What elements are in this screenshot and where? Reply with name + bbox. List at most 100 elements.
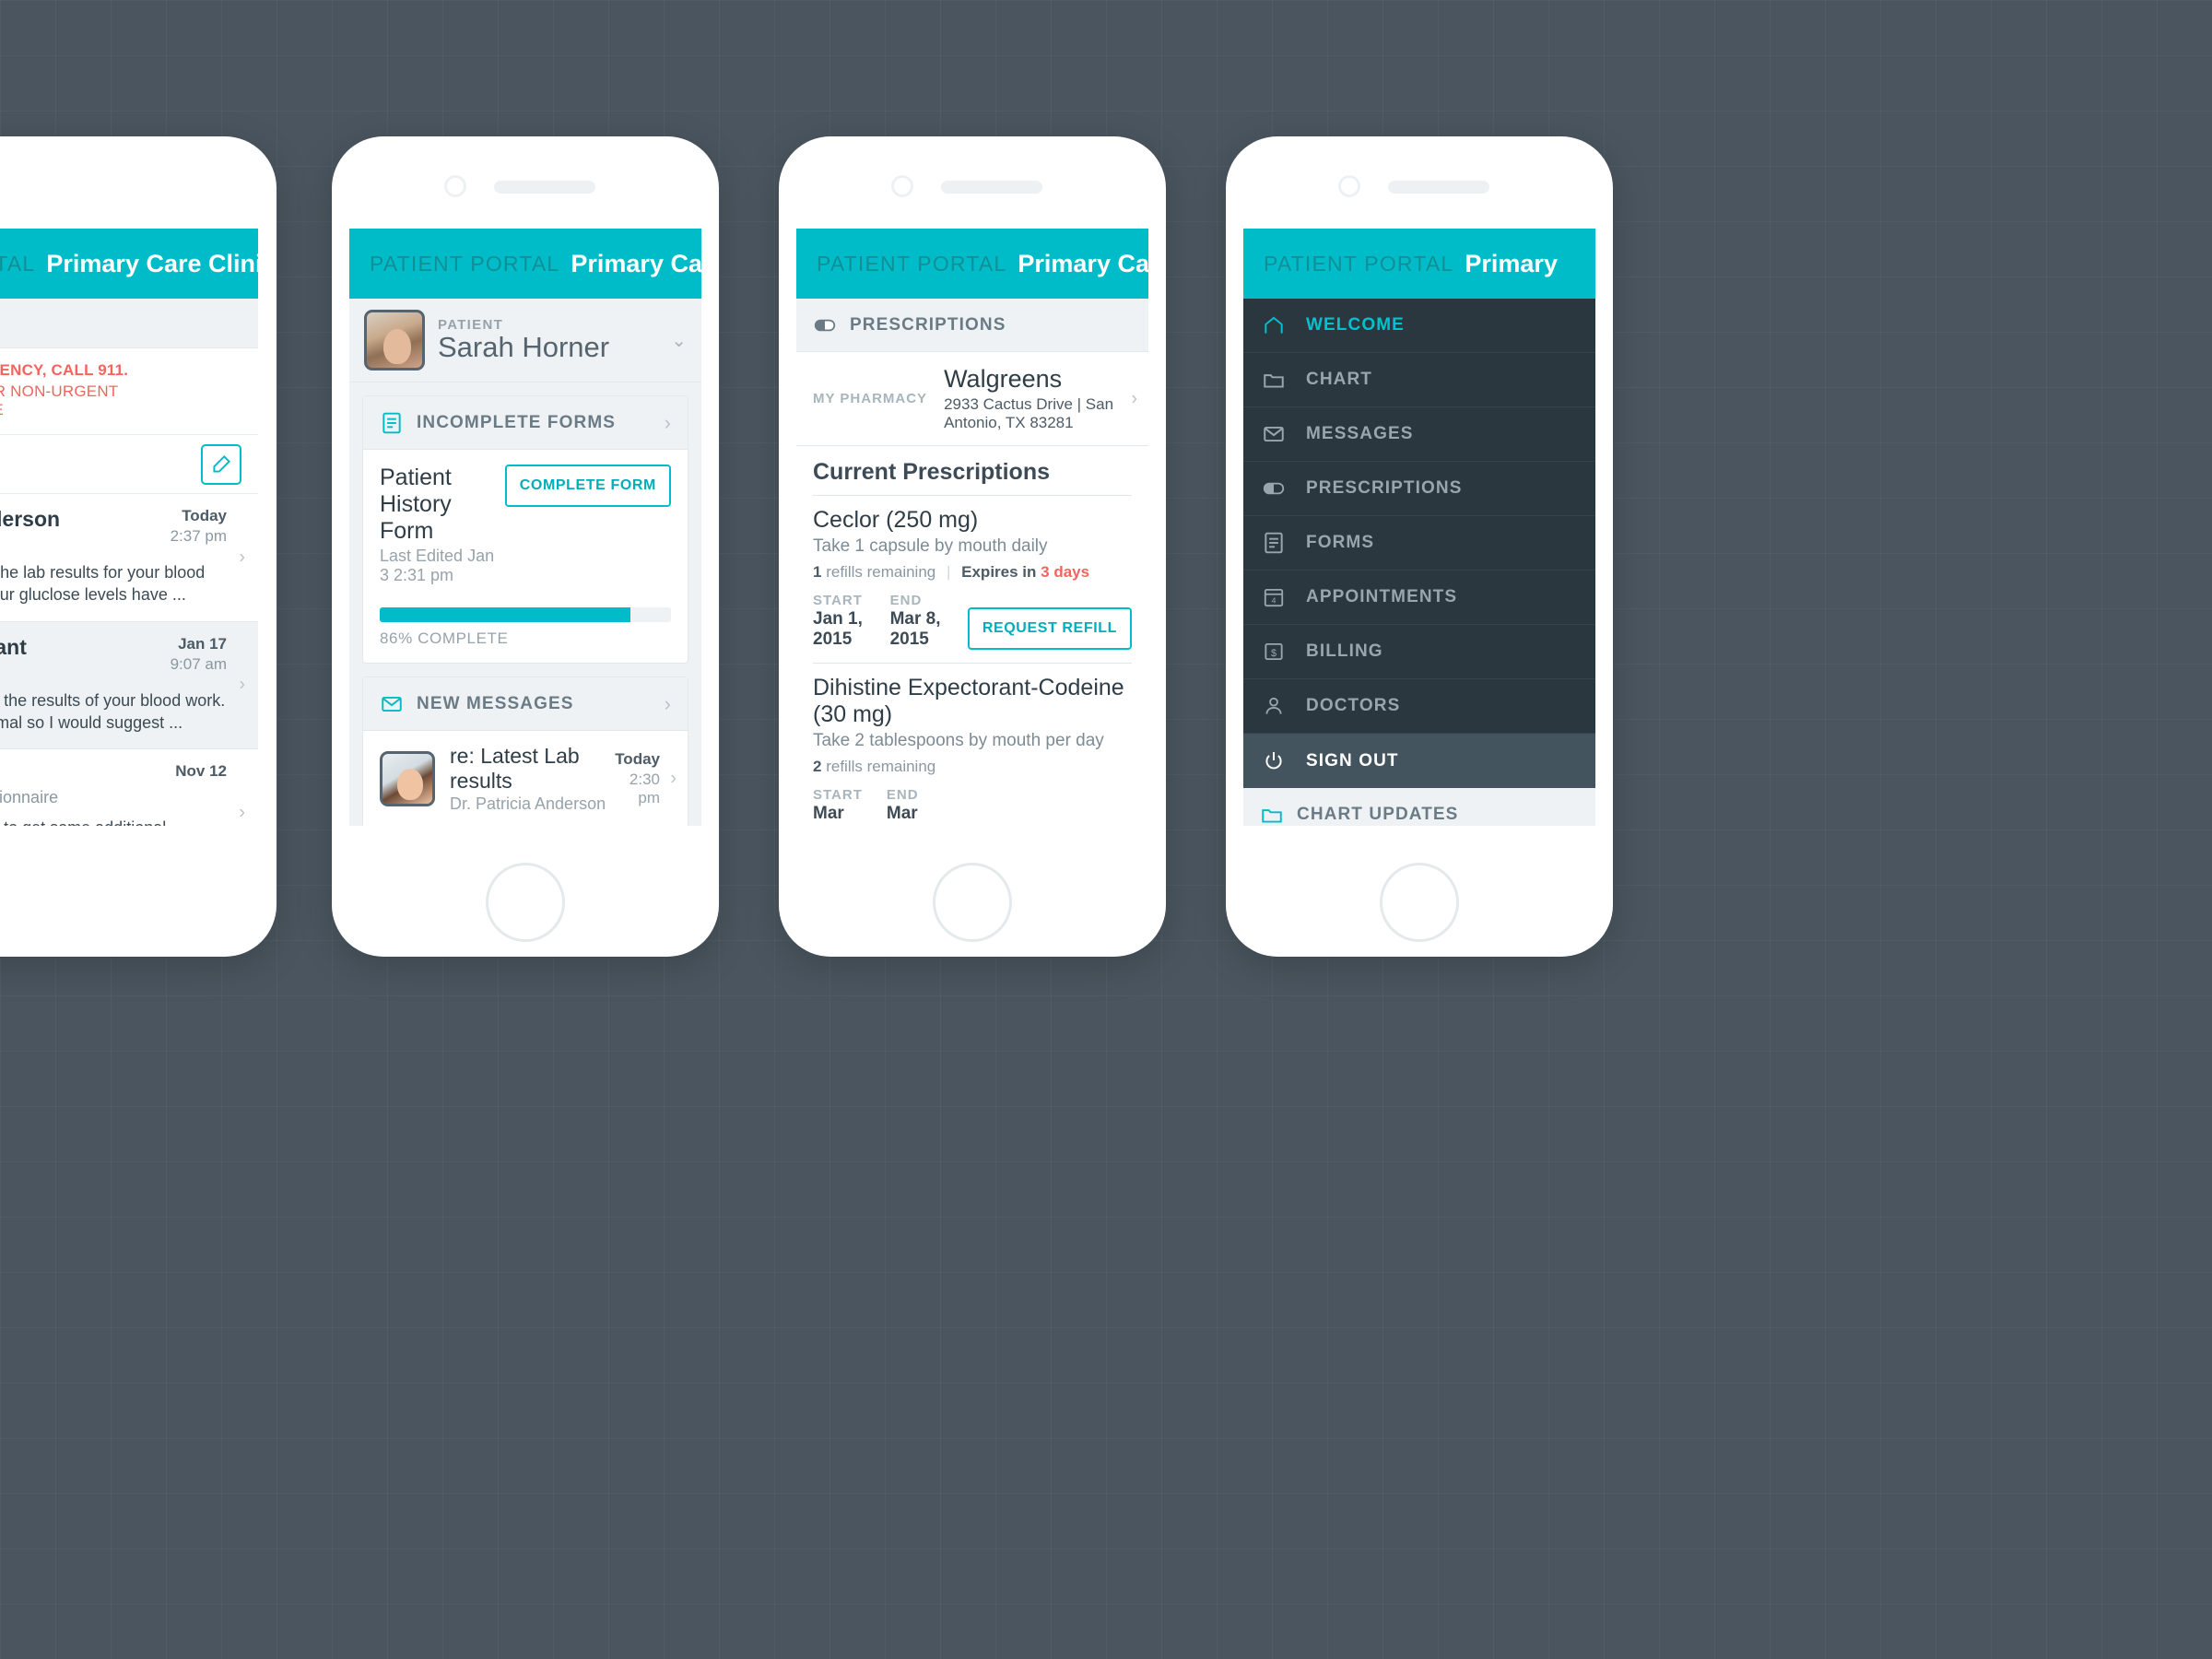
- phone-welcome: PATIENT PORTAL Primary Care Clinic PATIE…: [332, 136, 719, 957]
- sidebar-item-forms[interactable]: FORMS: [1243, 516, 1595, 571]
- message-preview: Hi Sarah, attached is the results of you…: [0, 690, 226, 732]
- sidebar-item-billing[interactable]: $ BILLING: [1243, 625, 1595, 679]
- phone-prescriptions: PATIENT PORTAL Primary Care Clinic PRESC…: [779, 136, 1166, 957]
- end-label: END: [886, 787, 919, 803]
- end-date: Mar 14, 2015: [886, 804, 918, 826]
- avatar: [380, 751, 435, 806]
- screen-messages: PATIENT PORTAL Primary Care Clinic MESSA…: [0, 229, 258, 826]
- brand-label: PATIENT PORTAL: [1264, 251, 1454, 276]
- brand-label: PATIENT PORTAL: [370, 251, 560, 276]
- sidebar-item-chart[interactable]: CHART: [1243, 353, 1595, 407]
- folder-icon: [1264, 374, 1284, 388]
- expires-value: 3 days: [1041, 563, 1090, 581]
- message-list-item[interactable]: Dr. Marcus Bryant re: Blood Work (2) Jan…: [0, 621, 258, 750]
- message-preview: Dr. Anderson wanted to get some addition…: [0, 817, 227, 826]
- screen-prescriptions: PATIENT PORTAL Primary Care Clinic PRESC…: [796, 229, 1148, 826]
- messages-section-title: MESSAGES: [0, 299, 258, 348]
- message-timestamp: Jan 17 9:07 am: [170, 634, 227, 673]
- message-timestamp: Today 2:37 pm: [170, 507, 227, 545]
- chevron-right-icon: ›: [664, 410, 671, 434]
- pill-icon: [1263, 482, 1285, 495]
- form-icon: [382, 412, 401, 433]
- chevron-right-icon: ›: [239, 802, 245, 823]
- sidebar-item-welcome[interactable]: WELCOME: [1243, 299, 1595, 353]
- envelope-icon: [382, 696, 402, 712]
- complete-form-button[interactable]: COMPLETE FORM: [504, 465, 671, 507]
- home-icon: [1265, 316, 1283, 334]
- progress-fill: [380, 607, 630, 622]
- pharmacy-row[interactable]: MY PHARMACY Walgreens 2933 Cactus Drive …: [796, 352, 1148, 446]
- message-list-item[interactable]: Dr. Patricia Anderson re: Latest Lab res…: [0, 494, 258, 622]
- prescription-name: Dihistine Expectorant-Codeine (30 mg): [813, 675, 1124, 727]
- home-button[interactable]: [933, 863, 1012, 942]
- pharmacy-name: Walgreens: [944, 365, 1063, 393]
- compose-message-button[interactable]: [201, 443, 241, 485]
- prescription-item: Dihistine Expectorant-Codeine (30 mg) Ta…: [796, 664, 1148, 826]
- incomplete-forms-header[interactable]: INCOMPLETE FORMS ›: [363, 396, 688, 450]
- envelope-icon: [1264, 426, 1284, 442]
- chevron-right-icon: ›: [664, 691, 671, 715]
- pencil-icon: [213, 454, 231, 473]
- app-header: PATIENT PORTAL Primary: [1243, 229, 1595, 299]
- sidebar-item-messages[interactable]: MESSAGES: [1243, 407, 1595, 462]
- refills-count: 1: [813, 563, 822, 581]
- card-title: NEW MESSAGES: [417, 693, 574, 713]
- sidebar-item-sign-out[interactable]: SIGN OUT: [1243, 734, 1595, 788]
- start-label: START: [813, 787, 863, 803]
- screen-welcome: PATIENT PORTAL Primary Care Clinic PATIE…: [349, 229, 701, 826]
- chart-updates-header-behind: CHART UPDATES: [1243, 788, 1595, 826]
- message-timestamp: Nov 12: [175, 762, 227, 781]
- expires-prefix: Expires in: [961, 563, 1037, 581]
- brand-label: PATIENT PORTAL: [0, 251, 36, 276]
- prescription-dates: START Jan 1, 2015 END Mar 8, 2015 REQUES…: [813, 593, 1132, 650]
- home-button[interactable]: [1380, 863, 1459, 942]
- request-refill-button[interactable]: REQUEST REFILL: [967, 607, 1132, 650]
- incomplete-forms-card: INCOMPLETE FORMS › Patient History Form …: [362, 395, 688, 664]
- sidebar-item-appointments[interactable]: 4 APPOINTMENTS: [1243, 571, 1595, 625]
- new-messages-header[interactable]: NEW MESSAGES ›: [363, 677, 688, 731]
- calendar-icon: 4: [1264, 588, 1284, 607]
- chevron-right-icon: ›: [670, 768, 677, 789]
- current-prescriptions-heading: Current Prescriptions: [813, 459, 1051, 485]
- start-date: Jan 1, 2015: [813, 609, 863, 649]
- prescription-dosage: Take 2 tablespoons by mouth per day: [813, 731, 1104, 750]
- person-icon: [1265, 697, 1282, 714]
- patient-selector[interactable]: PATIENT Sarah Horner ⌄: [349, 299, 701, 382]
- earpiece: [941, 181, 1042, 194]
- end-date: Mar 8, 2015: [889, 609, 941, 649]
- chevron-right-icon: ›: [1131, 388, 1137, 408]
- home-button[interactable]: [486, 863, 565, 942]
- progress-label: 86% COMPLETE: [380, 629, 509, 647]
- form-last-edited: Last Edited Jan 3 2:31 pm: [380, 547, 495, 584]
- clinic-name: Primary Care Clinic: [571, 249, 701, 277]
- svg-text:$: $: [1271, 648, 1277, 659]
- brand-label: PATIENT PORTAL: [817, 251, 1007, 276]
- sidebar-item-prescriptions[interactable]: PRESCRIPTIONS: [1243, 462, 1595, 516]
- form-name: Patient History Form: [380, 465, 452, 544]
- message-sender: Dr. Patricia Anderson: [450, 794, 606, 813]
- refills-label: refills remaining: [826, 563, 936, 581]
- form-row: Patient History Form Last Edited Jan 3 2…: [363, 450, 688, 591]
- camera-icon: [891, 175, 913, 197]
- start-label: START: [813, 593, 863, 608]
- emergency-alert: IN CASE OF EMERGENCY, CALL 911. THIS POR…: [0, 348, 258, 435]
- folder-icon: [1262, 808, 1282, 823]
- sidebar-item-doctors[interactable]: DOCTORS: [1243, 679, 1595, 734]
- alert-line-1: IN CASE OF EMERGENCY, CALL 911.: [0, 361, 129, 379]
- dollar-icon: $: [1265, 642, 1283, 661]
- patient-name: Sarah Horner: [438, 330, 610, 363]
- clinic-name: Primary Care Clinic: [46, 249, 258, 277]
- message-list-item[interactable]: Mercy Hospital Family History Questionna…: [0, 749, 258, 826]
- card-title: CHART UPDATES: [1297, 804, 1459, 824]
- svg-text:4: 4: [1272, 596, 1277, 606]
- avatar: [364, 310, 425, 371]
- app-header: PATIENT PORTAL Primary Care Clinic: [349, 229, 701, 299]
- pill-icon: [814, 319, 836, 331]
- clinic-name: Primary: [1465, 249, 1558, 277]
- prescription-meta: 1 refills remaining | Expires in 3 days: [813, 563, 1132, 582]
- prescription-dates: START Mar 4, 2015 END Mar 14, 2015 ✓ REF…: [813, 787, 1132, 826]
- message-list-item[interactable]: re: Latest Lab results Dr. Patricia Ande…: [363, 731, 688, 826]
- phone-messages: PATIENT PORTAL Primary Care Clinic MESSA…: [0, 136, 276, 957]
- alert-line-2: THIS PORTAL IS FOR NON-URGENT CORRESPOND…: [0, 382, 119, 418]
- message-subject: re: Latest Lab results: [450, 744, 580, 793]
